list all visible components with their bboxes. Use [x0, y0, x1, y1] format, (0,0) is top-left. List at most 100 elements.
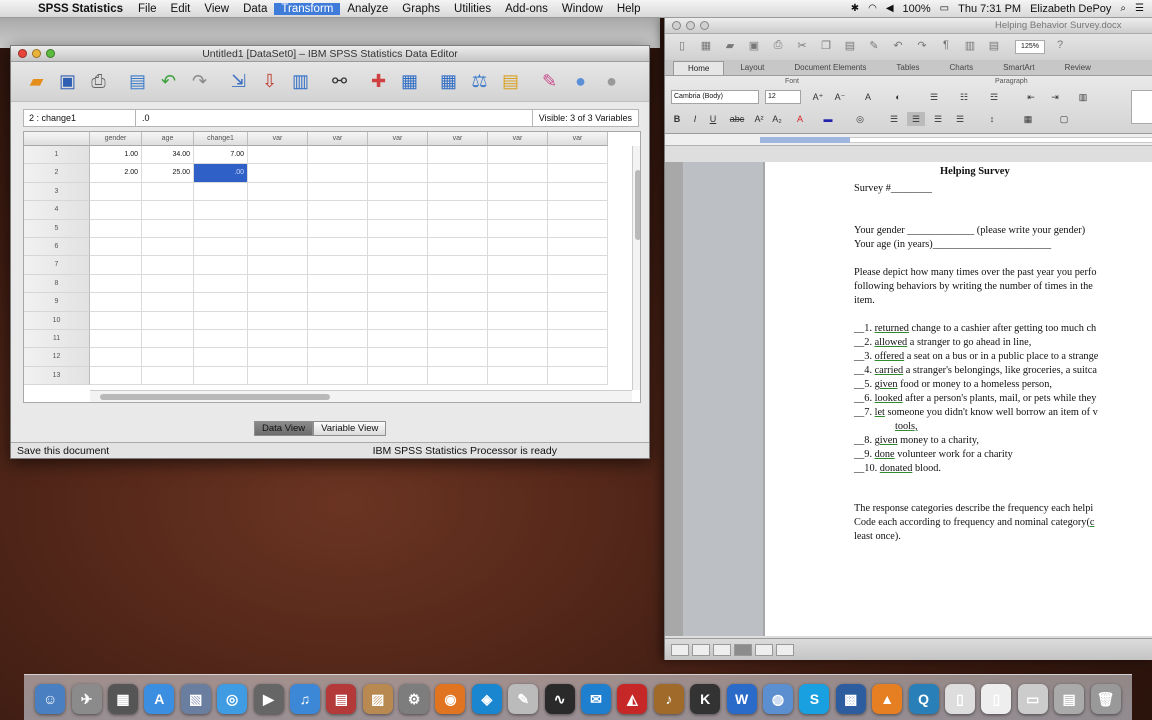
column-header-var-5[interactable]: var: [488, 132, 548, 146]
menu-analyze[interactable]: Analyze: [340, 3, 395, 15]
redo-icon[interactable]: ↷: [186, 68, 213, 95]
spotlight-icon[interactable]: ⌕: [1120, 3, 1126, 14]
format-painter-icon[interactable]: ✎: [865, 39, 883, 55]
network-icon[interactable]: ◍: [763, 684, 793, 714]
downloads-stack-icon[interactable]: ▭: [1017, 684, 1048, 714]
ruler-margin-marker[interactable]: [760, 137, 850, 143]
help-icon[interactable]: ?: [1051, 39, 1069, 55]
data-cell[interactable]: [428, 164, 488, 183]
data-cell[interactable]: [548, 146, 608, 165]
data-cell[interactable]: [248, 182, 308, 202]
data-cell[interactable]: [308, 201, 368, 220]
data-cell[interactable]: [194, 182, 248, 202]
clock[interactable]: Thu 7:31 PM: [958, 3, 1021, 15]
row-header[interactable]: 8: [24, 274, 90, 294]
close-icon[interactable]: [18, 49, 27, 58]
data-cell[interactable]: [368, 330, 428, 349]
trash-icon[interactable]: 🗑: [1090, 684, 1121, 714]
data-cell[interactable]: .00: [194, 164, 248, 183]
publishing-view-button[interactable]: [713, 643, 731, 656]
data-cell[interactable]: [548, 311, 608, 330]
data-cell[interactable]: [90, 348, 142, 367]
data-cell[interactable]: [142, 293, 194, 312]
open-folder-icon[interactable]: ▰: [23, 68, 50, 95]
word-redo-icon[interactable]: ↷: [913, 39, 931, 55]
column-header-age[interactable]: age: [142, 132, 194, 146]
menu-utilities[interactable]: Utilities: [447, 3, 498, 15]
data-cell[interactable]: [548, 219, 608, 238]
data-cell[interactable]: [428, 238, 488, 257]
data-cell[interactable]: [368, 256, 428, 275]
align-right-button[interactable]: ☰: [929, 112, 947, 126]
templates-icon[interactable]: ▦: [697, 39, 715, 55]
kindle-icon[interactable]: K: [690, 684, 721, 714]
data-cell[interactable]: [308, 238, 368, 257]
data-cell[interactable]: [428, 366, 488, 386]
menu-window[interactable]: Window: [555, 3, 610, 15]
data-cell[interactable]: [194, 330, 248, 349]
data-cell[interactable]: [548, 182, 608, 202]
garageband-icon[interactable]: ♪: [653, 684, 684, 714]
data-cell[interactable]: [90, 182, 142, 202]
data-cell[interactable]: [194, 366, 248, 386]
data-cell[interactable]: [488, 201, 548, 220]
acrobat-icon[interactable]: ◭: [617, 684, 648, 714]
data-cell[interactable]: [368, 182, 428, 202]
data-cell[interactable]: [548, 274, 608, 294]
launchpad-icon[interactable]: ✈: [71, 684, 102, 714]
data-cell[interactable]: [90, 219, 142, 238]
ruler[interactable]: [665, 134, 1152, 146]
new-document-icon[interactable]: ▯: [673, 39, 691, 55]
data-cell[interactable]: [248, 146, 308, 165]
data-cell[interactable]: [428, 348, 488, 367]
data-cell[interactable]: [368, 366, 428, 386]
battery-percent[interactable]: 100%: [903, 3, 931, 15]
bluetooth-icon[interactable]: ✱: [851, 3, 859, 14]
sidebar-icon[interactable]: ▥: [961, 39, 979, 55]
data-cell[interactable]: [142, 366, 194, 386]
align-left-button[interactable]: ☰: [885, 112, 903, 126]
data-cell[interactable]: [248, 348, 308, 367]
file-stack-icon[interactable]: ▯: [981, 684, 1012, 714]
data-cell[interactable]: [308, 182, 368, 202]
row-header[interactable]: 9: [24, 293, 90, 312]
insert-variable-icon[interactable]: ▦: [396, 68, 423, 95]
cell-value-input[interactable]: .0: [136, 110, 532, 126]
data-cell[interactable]: [194, 256, 248, 275]
variables-icon[interactable]: ▥: [287, 68, 314, 95]
data-cell[interactable]: [308, 219, 368, 238]
data-cell[interactable]: [142, 274, 194, 294]
data-cell[interactable]: [308, 164, 368, 183]
row-header[interactable]: 12: [24, 348, 90, 367]
data-cell[interactable]: [428, 311, 488, 330]
line-spacing-button[interactable]: ↕: [979, 112, 1005, 126]
data-cell[interactable]: [308, 274, 368, 294]
row-header[interactable]: 4: [24, 201, 90, 220]
numbering-icon[interactable]: ☷: [951, 90, 977, 104]
goto-variable-icon[interactable]: ⇩: [256, 68, 283, 95]
superscript-button[interactable]: A²: [751, 112, 767, 126]
itunes-icon[interactable]: ♫: [289, 684, 320, 714]
data-cell[interactable]: [548, 293, 608, 312]
menu-edit[interactable]: Edit: [164, 3, 198, 15]
data-cell[interactable]: [368, 293, 428, 312]
strikethrough-button[interactable]: abc: [727, 112, 747, 126]
textedit-icon[interactable]: ✎: [508, 684, 539, 714]
data-cell[interactable]: [308, 311, 368, 330]
data-cell[interactable]: [488, 366, 548, 386]
tab-charts[interactable]: Charts: [936, 61, 988, 75]
word-print-icon[interactable]: ⎙: [769, 39, 787, 55]
data-cell[interactable]: [142, 182, 194, 202]
finder-icon[interactable]: ☺: [35, 684, 66, 714]
highlight-button[interactable]: ▬: [817, 112, 839, 126]
focus-view-button[interactable]: [776, 643, 794, 656]
row-header[interactable]: 11: [24, 330, 90, 349]
data-cell[interactable]: [248, 293, 308, 312]
preview-icon[interactable]: ▧: [180, 684, 211, 714]
data-cell[interactable]: [488, 256, 548, 275]
data-cell[interactable]: [308, 256, 368, 275]
word-undo-icon[interactable]: ↶: [889, 39, 907, 55]
zoom-field[interactable]: 125%: [1015, 40, 1045, 54]
row-header[interactable]: 3: [24, 182, 90, 202]
data-cell[interactable]: 25.00: [142, 164, 194, 183]
